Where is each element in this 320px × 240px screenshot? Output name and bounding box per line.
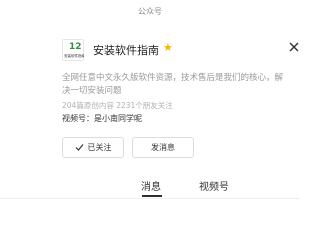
description-line: 决一切安装问题 bbox=[62, 86, 122, 96]
tab-messages[interactable]: 消息 bbox=[141, 178, 161, 193]
close-icon[interactable] bbox=[287, 40, 300, 54]
description-line: 全网任意中文永久版软件资源，技术售后是我们的核心，解 bbox=[62, 73, 284, 83]
account-avatar[interactable]: 12 安装软件指南 bbox=[62, 39, 84, 61]
tab-video-channel[interactable]: 视频号 bbox=[199, 178, 229, 193]
account-profile-page: 公众号 12 安装软件指南 安装软件指南 ★ 全网任意中文永久版软件资源，技术售… bbox=[0, 0, 300, 207]
check-icon bbox=[75, 144, 83, 151]
tabs-divider bbox=[0, 198, 300, 199]
send-message-button-label: 发消息 bbox=[151, 143, 175, 152]
profile-tabs: 消息 视频号 bbox=[0, 175, 300, 207]
send-message-button[interactable]: 发消息 bbox=[132, 137, 194, 158]
account-description: 全网任意中文永久版软件资源，技术售后是我们的核心，解 决一切安装问题 bbox=[62, 72, 300, 98]
logo-text: 安装软件指南 bbox=[64, 54, 84, 58]
logo-mark: 12 bbox=[69, 42, 82, 52]
followed-button-label: 已关注 bbox=[87, 143, 112, 152]
video-channel-link[interactable]: 视频号：是小南同学呢 bbox=[62, 113, 142, 124]
active-tab-indicator bbox=[142, 195, 162, 197]
account-name: 安装软件指南 bbox=[93, 44, 159, 57]
page-type-label: 公众号 bbox=[138, 7, 162, 16]
account-stats: 204篇原创内容 2231个朋友关注 bbox=[62, 101, 173, 110]
followed-button[interactable]: 已关注 bbox=[62, 137, 124, 158]
star-icon: ★ bbox=[163, 41, 173, 54]
